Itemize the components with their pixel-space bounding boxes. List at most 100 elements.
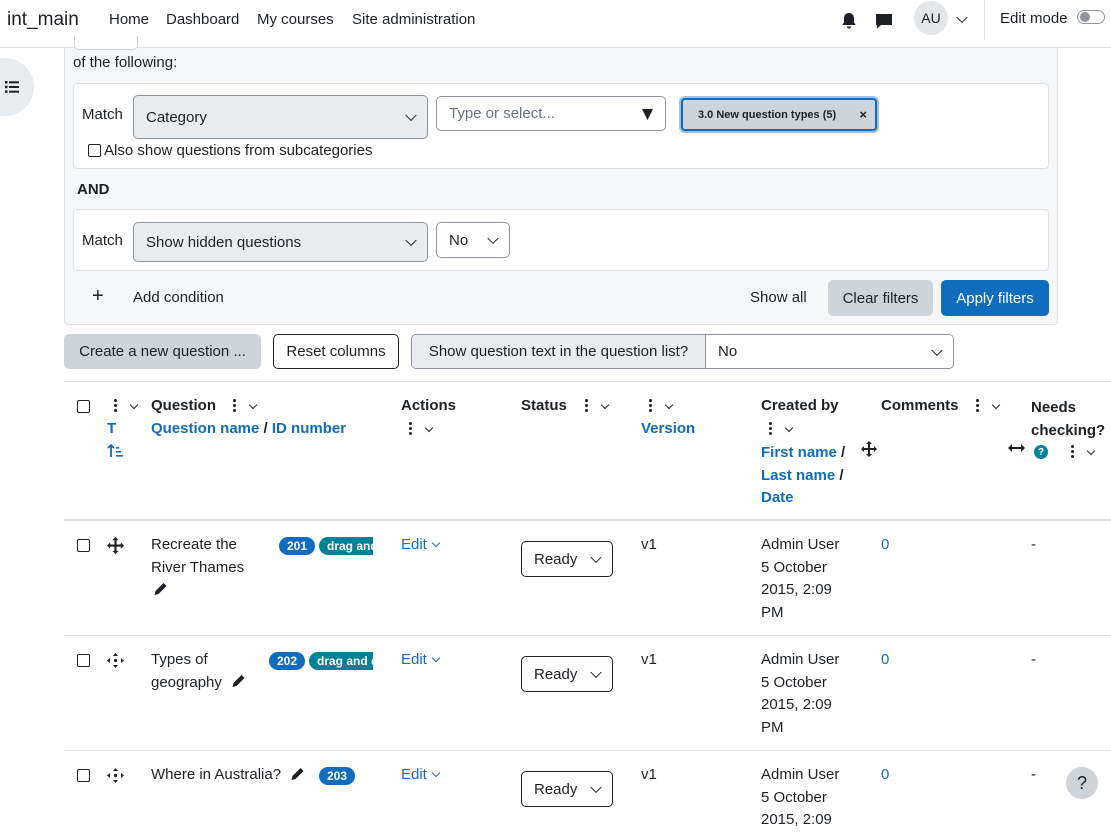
reset-columns-button[interactable]: Reset columns <box>273 334 399 369</box>
subcategories-checkbox[interactable] <box>88 144 101 157</box>
navbar-divider <box>984 0 985 40</box>
created-by-column-chevron-icon[interactable] <box>784 423 794 433</box>
version-column-menu-icon[interactable] <box>649 399 652 412</box>
resize-column-icon[interactable] <box>1008 443 1025 453</box>
chevron-down-icon <box>405 234 417 247</box>
created-by-sort-links: First name / Last name / Date <box>761 442 845 510</box>
status-select[interactable]: Ready <box>521 771 613 807</box>
actions-column-header: Actions <box>401 397 457 414</box>
sort-question-name-link[interactable]: Question name <box>151 420 259 437</box>
user-menu-chevron-down-icon[interactable] <box>956 11 968 24</box>
subcategories-label: Also show questions from subcategories <box>104 142 373 159</box>
type-column-chevron-icon[interactable] <box>129 400 139 410</box>
needs-checking-column-menu-icon[interactable] <box>1071 445 1074 458</box>
sort-last-name-link[interactable]: Last name <box>761 467 835 484</box>
add-condition-plus-icon[interactable]: + <box>92 285 104 308</box>
messages-icon[interactable] <box>873 10 895 32</box>
type-column-menu-icon[interactable] <box>114 399 117 412</box>
actions-column-chevron-icon[interactable] <box>424 423 434 433</box>
status-column-chevron-icon[interactable] <box>600 400 610 410</box>
sort-id-number-link[interactable]: ID number <box>272 420 346 437</box>
type-sort-link[interactable]: T <box>107 420 116 437</box>
status-select[interactable]: Ready <box>521 541 613 577</box>
hidden-value-select[interactable]: No <box>436 222 510 258</box>
remove-tag-icon[interactable]: × <box>859 107 867 122</box>
comments-count-link[interactable]: 0 <box>881 764 889 787</box>
nav-home[interactable]: Home <box>109 11 149 28</box>
clear-filters-button[interactable]: Clear filters <box>828 280 933 316</box>
move-column-icon[interactable] <box>861 441 877 457</box>
selected-category-tag[interactable]: 3.0 New question types (5) × <box>681 98 877 131</box>
status-column-menu-icon[interactable] <box>585 399 588 412</box>
question-type-badge: drag and drop <box>309 652 373 670</box>
question-sort-links: Question name / ID number <box>151 420 346 437</box>
status-select[interactable]: Ready <box>521 656 613 692</box>
question-column-chevron-icon[interactable] <box>248 400 258 410</box>
nav-site-administration[interactable]: Site administration <box>352 11 475 28</box>
question-column-menu-icon[interactable] <box>233 399 236 412</box>
sort-date-link[interactable]: Date <box>761 489 794 506</box>
row-select-checkbox[interactable] <box>77 769 90 782</box>
edit-menu-button[interactable]: Edit <box>401 764 441 787</box>
pencil-icon[interactable] <box>230 673 247 689</box>
comments-column-menu-icon[interactable] <box>976 399 979 412</box>
version-value: v1 <box>641 766 657 783</box>
question-name[interactable]: Where in Australia? <box>151 764 281 787</box>
category-search-input[interactable]: Type or select... <box>436 96 666 131</box>
bell-icon[interactable] <box>838 10 860 32</box>
edit-menu-button[interactable]: Edit <box>401 534 441 557</box>
created-by-column-header: Created by <box>761 397 839 414</box>
hidden-condition-select[interactable]: Show hidden questions <box>133 222 428 262</box>
comments-count-link[interactable]: 0 <box>881 649 889 672</box>
pencil-icon[interactable] <box>152 581 169 597</box>
question-name[interactable]: Types of geography <box>151 649 222 694</box>
add-condition-button[interactable]: Add condition <box>133 289 224 306</box>
edit-mode-toggle[interactable] <box>1077 10 1105 24</box>
show-question-text-value: No <box>718 343 738 360</box>
selected-category-label: 3.0 New question types (5) <box>698 108 837 121</box>
needs-checking-value: - <box>1031 651 1036 668</box>
question-type-badge: drag and drop <box>319 537 373 555</box>
created-by-column-menu-icon[interactable] <box>769 422 772 435</box>
question-name[interactable]: Recreate the River Thames <box>151 534 244 579</box>
create-new-question-button[interactable]: Create a new question ... <box>64 334 261 369</box>
match-type-select-edge[interactable] <box>74 36 138 50</box>
pencil-icon[interactable] <box>289 766 306 782</box>
nav-dashboard[interactable]: Dashboard <box>166 11 239 28</box>
apply-filters-button[interactable]: Apply filters <box>941 280 1049 316</box>
version-column-chevron-icon[interactable] <box>664 400 674 410</box>
sort-ascending-icon[interactable] <box>107 443 124 458</box>
actions-column-menu-icon[interactable] <box>409 422 412 435</box>
row-select-checkbox[interactable] <box>77 539 90 552</box>
created-by-value: Admin User 5 October 2015, 2:09 PM <box>761 651 840 736</box>
select-all-checkbox[interactable] <box>77 400 90 413</box>
edit-menu-button[interactable]: Edit <box>401 649 441 672</box>
needs-checking-value: - <box>1031 766 1036 783</box>
match-label: Match <box>82 106 123 123</box>
sort-version-link[interactable]: Version <box>641 420 695 437</box>
nav-my-courses[interactable]: My courses <box>257 11 334 28</box>
drag-and-drop-markers-icon <box>107 653 124 668</box>
category-condition-value: Category <box>146 108 207 126</box>
chevron-down-icon <box>931 344 943 356</box>
comments-column-chevron-icon[interactable] <box>991 400 1001 410</box>
sort-separator: / <box>839 466 844 484</box>
comments-count-link[interactable]: 0 <box>881 534 889 557</box>
show-all-button[interactable]: Show all <box>750 289 807 306</box>
category-search-placeholder: Type or select... <box>449 105 555 122</box>
status-column-header: Status <box>521 397 567 414</box>
sort-first-name-link[interactable]: First name <box>761 444 837 461</box>
sort-separator: / <box>841 444 846 461</box>
help-button[interactable]: ? <box>1066 767 1098 799</box>
chevron-down-icon <box>590 551 602 564</box>
course-index-drawer-toggle[interactable] <box>0 58 34 116</box>
chevron-down-icon <box>487 232 499 245</box>
needs-checking-help-icon[interactable]: ? <box>1034 445 1048 459</box>
site-brand[interactable]: int_main <box>7 9 79 31</box>
needs-checking-column-chevron-icon[interactable] <box>1086 446 1096 456</box>
category-condition-select[interactable]: Category <box>133 95 428 139</box>
match-label-2: Match <box>82 232 123 249</box>
row-select-checkbox[interactable] <box>77 654 90 667</box>
show-question-text-select[interactable]: No <box>706 335 953 368</box>
user-avatar[interactable]: AU <box>914 1 948 35</box>
